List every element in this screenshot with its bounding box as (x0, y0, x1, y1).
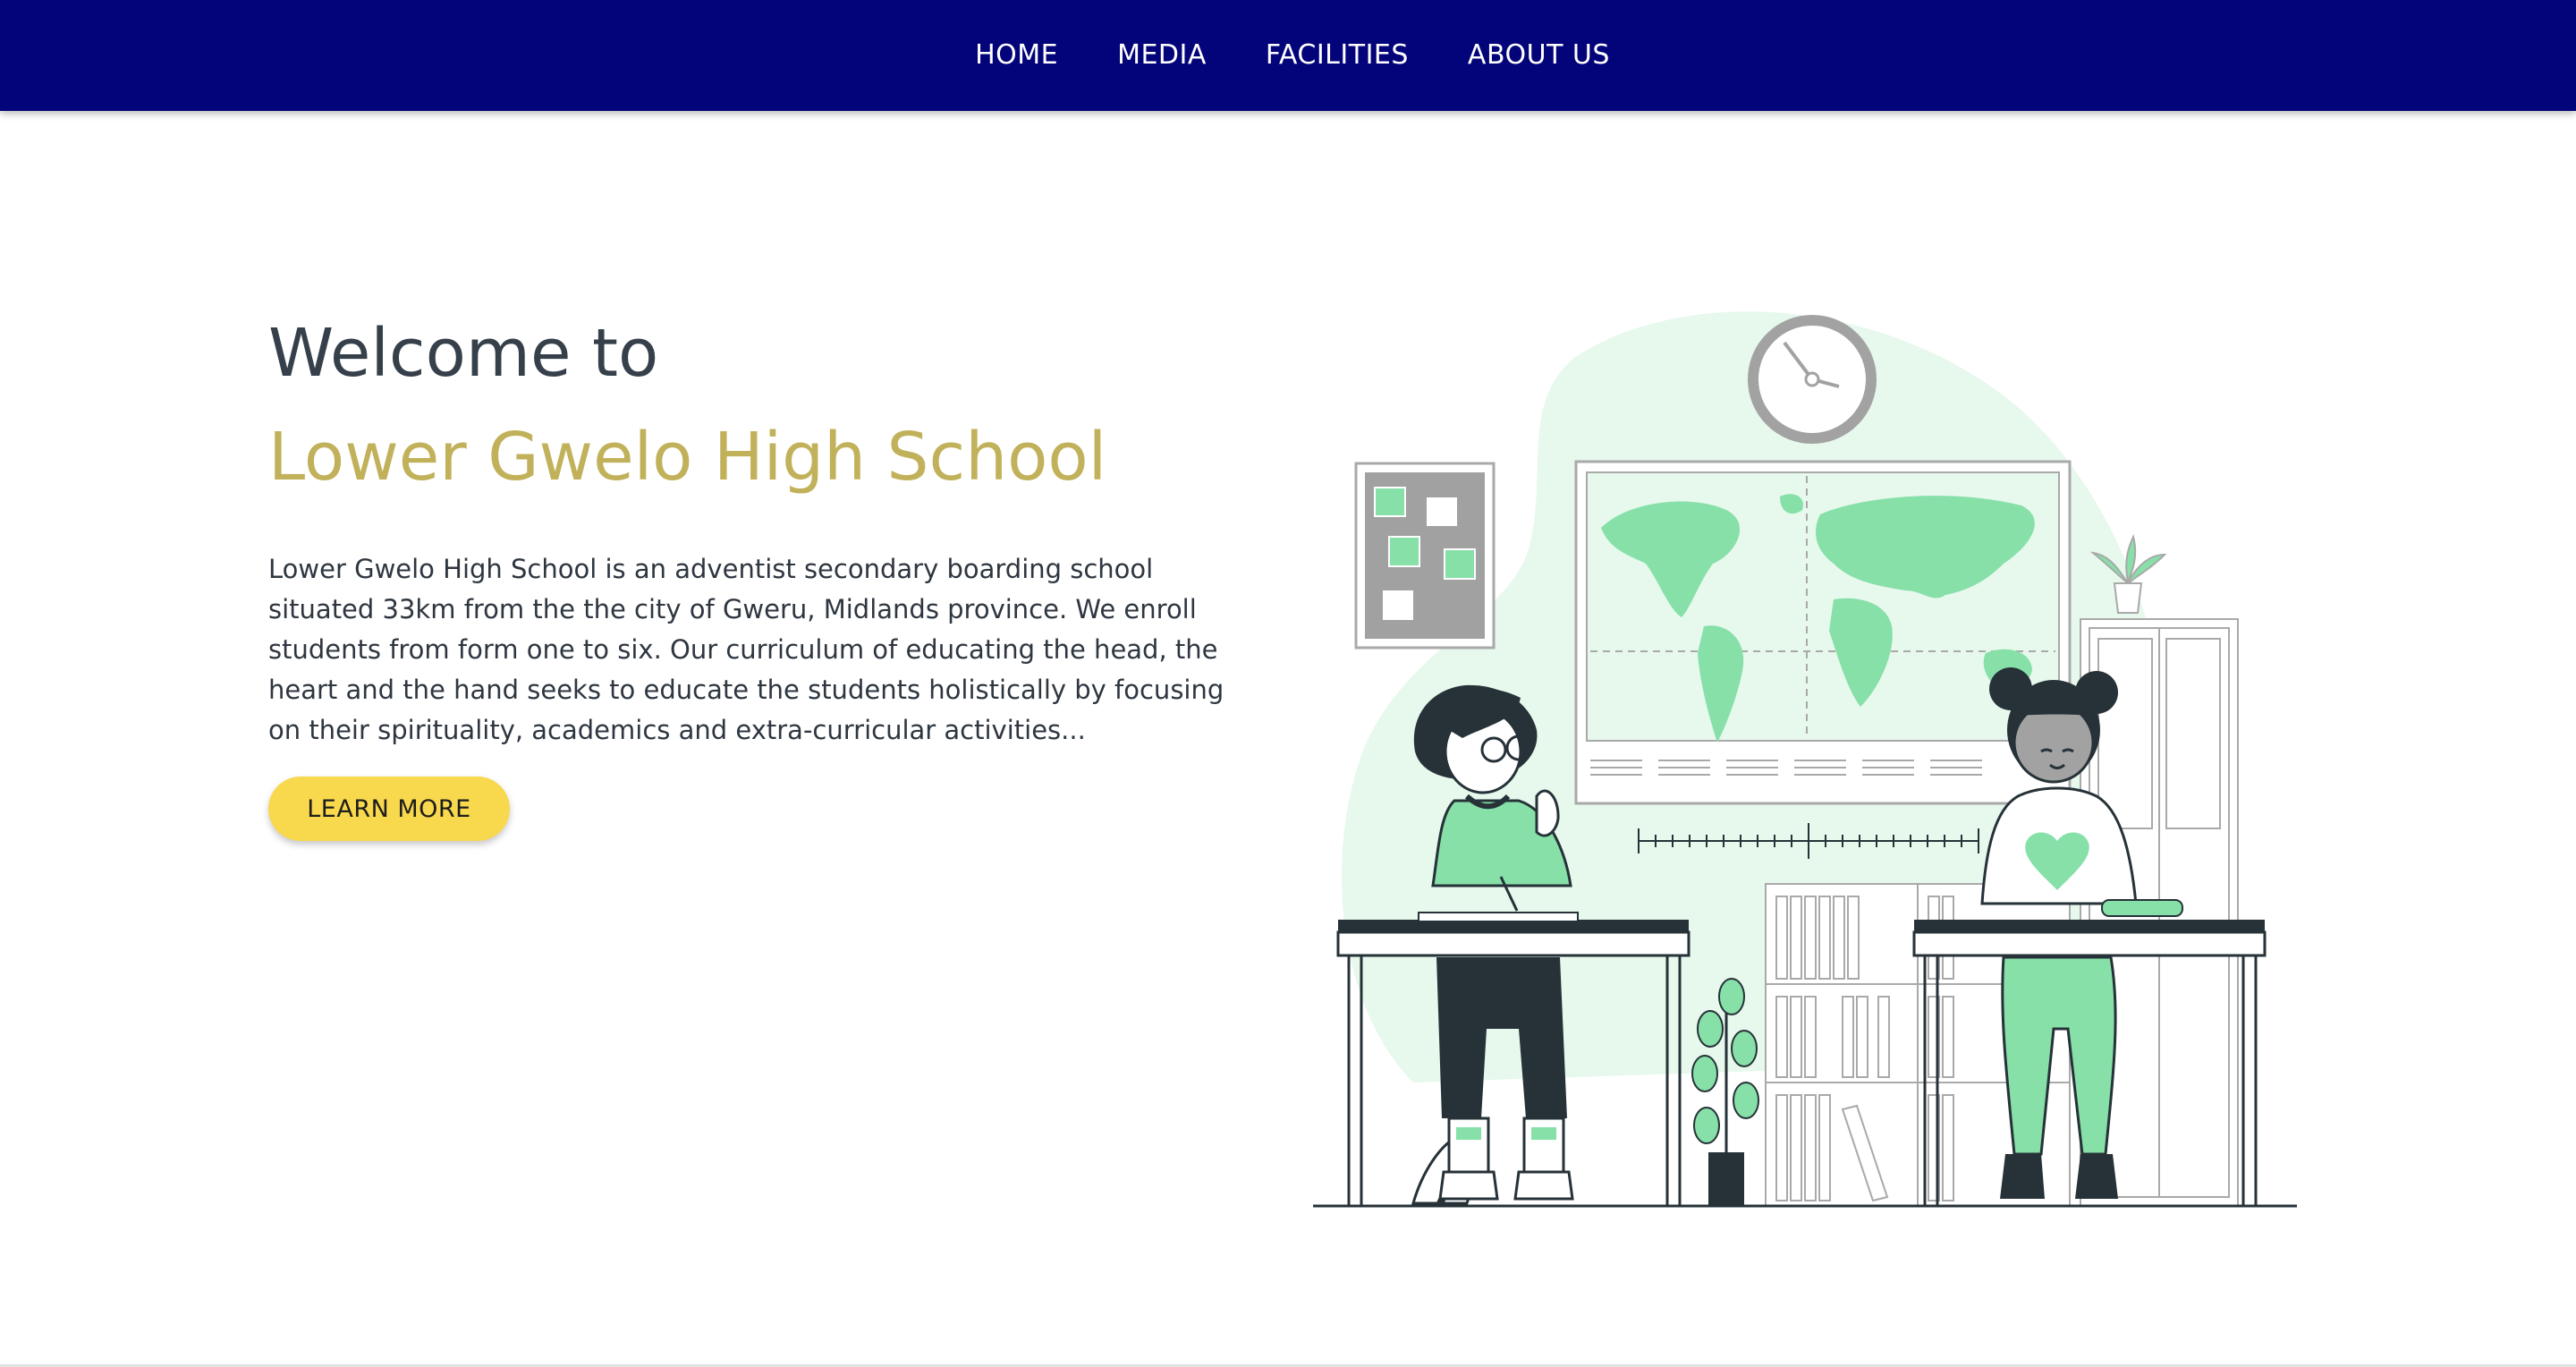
clock-icon (1748, 315, 1877, 444)
notice-board-icon (1354, 462, 1496, 650)
welcome-heading: Welcome to (268, 315, 659, 392)
nav-item-media: MEDIA (1117, 42, 1207, 69)
nav-link-media[interactable]: MEDIA (1117, 39, 1207, 71)
nav-item-home: HOME (975, 42, 1058, 69)
learn-more-button[interactable]: LEARN MORE (268, 777, 510, 841)
classroom-illustration (1313, 311, 2297, 1208)
nav-item-facilities: FACILITIES (1266, 42, 1409, 69)
nav-item-about-us: ABOUT US (1468, 42, 1610, 69)
nav-link-home[interactable]: HOME (975, 39, 1058, 71)
school-introduction-text: Lower Gwelo High School is an adventist … (268, 554, 1224, 745)
top-navigation-bar: HOME MEDIA FACILITIES ABOUT US (0, 0, 2576, 111)
school-name-heading: Lower Gwelo High School (268, 419, 1107, 496)
nav-menu: HOME MEDIA FACILITIES ABOUT US (0, 0, 2576, 111)
world-map-icon (1574, 460, 2072, 805)
nav-link-about-us[interactable]: ABOUT US (1468, 39, 1610, 71)
nav-link-facilities[interactable]: FACILITIES (1266, 39, 1409, 71)
